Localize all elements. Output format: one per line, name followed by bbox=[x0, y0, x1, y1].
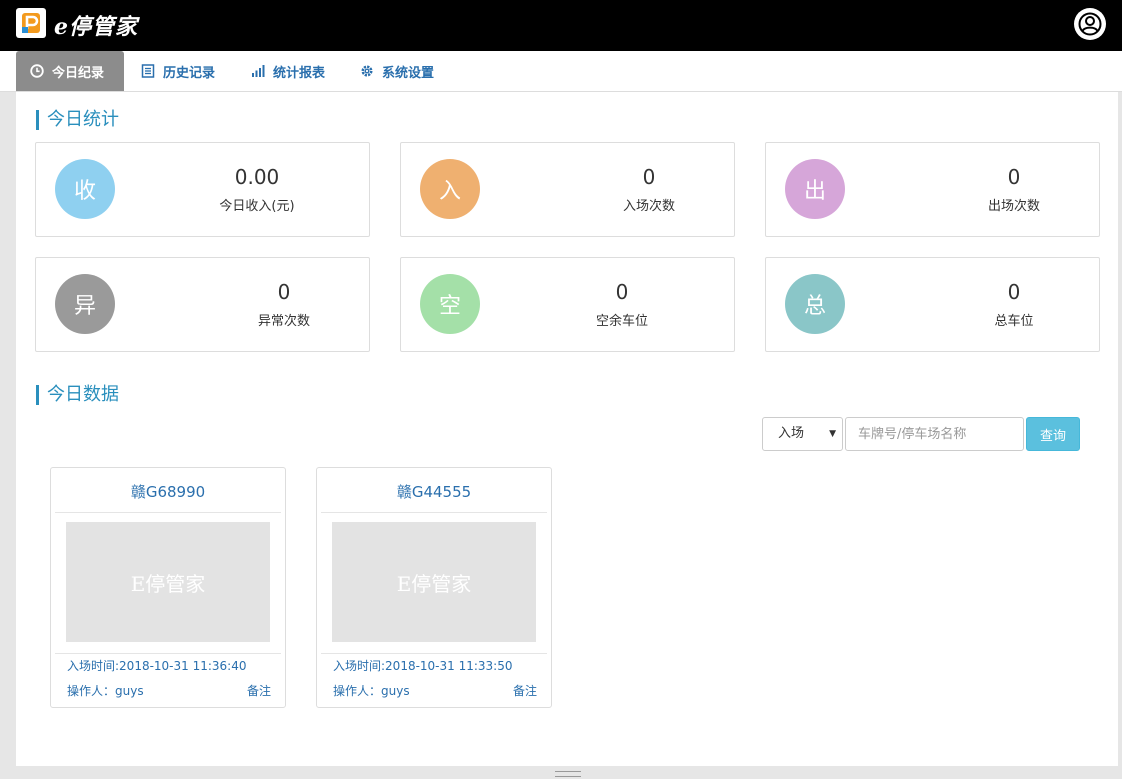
divider bbox=[55, 512, 281, 513]
operator: 操作人：guys bbox=[333, 684, 410, 698]
tab-statistics-report[interactable]: 统计报表 bbox=[251, 51, 325, 91]
car-plate[interactable]: 赣G68990 bbox=[51, 481, 285, 502]
query-button[interactable]: 查询 bbox=[1026, 417, 1080, 451]
stat-card-free-spaces: 空 0 空余车位 bbox=[400, 257, 735, 352]
today-data-title: 今日数据 bbox=[36, 385, 119, 405]
clock-icon bbox=[30, 64, 44, 78]
stat-card-exceptions: 异 0 异常次数 bbox=[35, 257, 370, 352]
caret-down-icon: ▼ bbox=[829, 429, 836, 439]
divider bbox=[321, 653, 547, 654]
car-record-card[interactable]: 赣G68990 E停管家 入场时间:2018-10-31 11:36:40 操作… bbox=[50, 467, 286, 708]
tab-history-records[interactable]: 历史记录 bbox=[141, 51, 215, 91]
stat-card-income: 收 0.00 今日收入(元) bbox=[35, 142, 370, 237]
list-icon bbox=[141, 64, 155, 78]
exception-icon: 异 bbox=[55, 274, 115, 334]
tab-label: 历史记录 bbox=[163, 65, 216, 81]
stat-value: 0 bbox=[615, 280, 629, 304]
divider bbox=[321, 512, 547, 513]
income-icon: 收 bbox=[55, 159, 115, 219]
car-photo-placeholder: E停管家 bbox=[332, 522, 536, 642]
stat-label: 入场次数 bbox=[622, 199, 675, 214]
stat-card-entries: 入 0 入场次数 bbox=[400, 142, 735, 237]
top-bar: e停管家 bbox=[0, 0, 1122, 51]
total-space-icon: 总 bbox=[785, 274, 845, 334]
exit-icon: 出 bbox=[785, 159, 845, 219]
tab-label: 今日纪录 bbox=[52, 65, 105, 81]
stat-label: 今日收入(元) bbox=[219, 199, 295, 214]
direction-select-value: 入场 bbox=[778, 426, 805, 441]
app-logo-icon bbox=[16, 8, 46, 38]
stat-value: 0 bbox=[277, 280, 291, 304]
app-brand: e停管家 bbox=[54, 14, 138, 40]
tab-label: 统计报表 bbox=[273, 65, 326, 81]
resize-handle-icon[interactable] bbox=[555, 771, 581, 777]
stat-value: 0 bbox=[642, 165, 656, 189]
search-input[interactable] bbox=[845, 417, 1024, 451]
stat-label: 空余车位 bbox=[595, 314, 648, 329]
stat-label: 异常次数 bbox=[257, 314, 310, 329]
car-photo-placeholder: E停管家 bbox=[66, 522, 270, 642]
divider bbox=[55, 653, 281, 654]
user-avatar-button[interactable] bbox=[1074, 8, 1106, 40]
tab-system-settings[interactable]: 系统设置 bbox=[360, 51, 434, 91]
gear-icon bbox=[361, 65, 373, 77]
tab-label: 系统设置 bbox=[382, 65, 435, 81]
entry-icon: 入 bbox=[420, 159, 480, 219]
direction-select[interactable]: 入场 ▼ bbox=[762, 417, 843, 451]
tab-today-records[interactable]: 今日纪录 bbox=[16, 51, 124, 91]
entry-time: 入场时间:2018-10-31 11:36:40 bbox=[67, 659, 247, 673]
main-panel: 今日统计 收 0.00 今日收入(元) 入 0 入场次数 出 0 出场次数 异 … bbox=[16, 92, 1118, 766]
stat-card-total-spaces: 总 0 总车位 bbox=[765, 257, 1100, 352]
stat-label: 出场次数 bbox=[987, 199, 1040, 214]
stat-label: 总车位 bbox=[994, 314, 1034, 329]
today-stats-title: 今日统计 bbox=[36, 110, 119, 130]
stat-value: 0 bbox=[1007, 165, 1021, 189]
stat-value: 0.00 bbox=[234, 165, 280, 189]
stat-card-exits: 出 0 出场次数 bbox=[765, 142, 1100, 237]
operator: 操作人：guys bbox=[67, 684, 144, 698]
stat-value: 0 bbox=[1007, 280, 1021, 304]
free-space-icon: 空 bbox=[420, 274, 480, 334]
note-link[interactable]: 备注 bbox=[247, 682, 271, 699]
main-nav: 今日纪录 历史记录 统计报表 系统设置 bbox=[0, 51, 1122, 92]
user-icon bbox=[1078, 12, 1102, 36]
entry-time: 入场时间:2018-10-31 11:33:50 bbox=[333, 659, 513, 673]
car-record-card[interactable]: 赣G44555 E停管家 入场时间:2018-10-31 11:33:50 操作… bbox=[316, 467, 552, 708]
car-plate[interactable]: 赣G44555 bbox=[317, 481, 551, 502]
note-link[interactable]: 备注 bbox=[513, 682, 537, 699]
bar-chart-icon bbox=[252, 65, 265, 77]
